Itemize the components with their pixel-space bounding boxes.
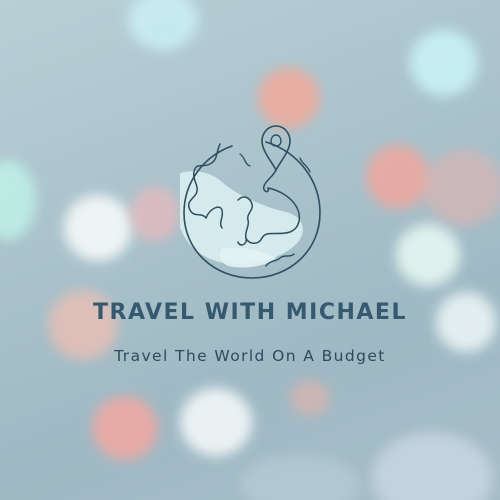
bokeh-light <box>366 145 430 209</box>
bokeh-light <box>396 224 460 286</box>
brand-title: TRAVEL WITH MICHAEL <box>93 300 407 325</box>
brand-tagline: Travel The World On A Budget <box>114 347 386 365</box>
bokeh-light <box>424 150 500 226</box>
logo-card: TRAVEL WITH MICHAEL Travel The World On … <box>0 0 500 500</box>
bokeh-light <box>128 0 198 50</box>
bokeh-light <box>372 432 492 500</box>
globe-with-location-pin-icon <box>180 125 321 279</box>
bokeh-light <box>64 195 132 261</box>
bokeh-light <box>0 160 36 240</box>
bokeh-light <box>240 455 360 500</box>
bokeh-light <box>290 380 330 416</box>
bokeh-light <box>92 396 158 460</box>
bokeh-light <box>180 388 252 456</box>
bokeh-light <box>130 186 180 242</box>
bokeh-light <box>410 30 478 96</box>
